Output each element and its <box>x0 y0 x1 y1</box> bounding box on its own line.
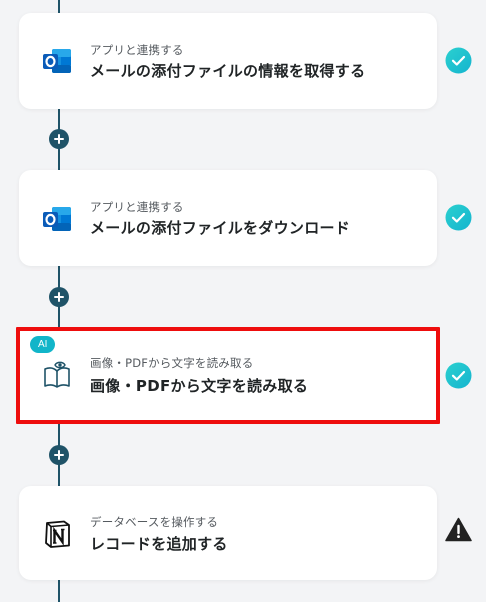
check-circle-icon <box>445 362 472 389</box>
add-step-button[interactable] <box>49 445 69 465</box>
step-title: レコードを追加する <box>90 535 228 553</box>
ai-badge: AI <box>30 336 56 353</box>
step-title: 画像・PDFから文字を読み取る <box>90 377 309 395</box>
step-caption: 画像・PDFから文字を読み取る <box>90 356 254 370</box>
step-caption: アプリと連携する <box>90 43 184 57</box>
check-circle-icon <box>445 204 472 231</box>
flow-step-2[interactable]: アプリと連携する メールの添付ファイルをダウンロード <box>19 170 437 266</box>
plus-icon <box>54 450 64 460</box>
step-title: メールの添付ファイルをダウンロード <box>90 219 351 237</box>
plus-icon <box>54 292 64 302</box>
flow-step-3[interactable]: AI 画像・PDFから文字を読み取る 画像・PDFから文字を読み取る <box>16 327 440 424</box>
ocr-book-eye-icon <box>44 361 70 388</box>
flow-step-1[interactable]: アプリと連携する メールの添付ファイルの情報を取得する <box>19 13 437 109</box>
step-caption: データベースを操作する <box>90 515 219 529</box>
outlook-icon <box>43 207 71 231</box>
warning-icon <box>445 517 472 542</box>
flow-step-4[interactable]: データベースを操作する レコードを追加する <box>19 486 437 580</box>
outlook-icon <box>43 49 71 73</box>
plus-icon <box>54 134 64 144</box>
add-step-button[interactable] <box>49 129 69 149</box>
check-circle-icon <box>445 47 472 74</box>
add-step-button[interactable] <box>49 287 69 307</box>
step-title: メールの添付ファイルの情報を取得する <box>90 62 366 80</box>
step-caption: アプリと連携する <box>90 200 184 214</box>
notion-icon <box>45 520 70 548</box>
